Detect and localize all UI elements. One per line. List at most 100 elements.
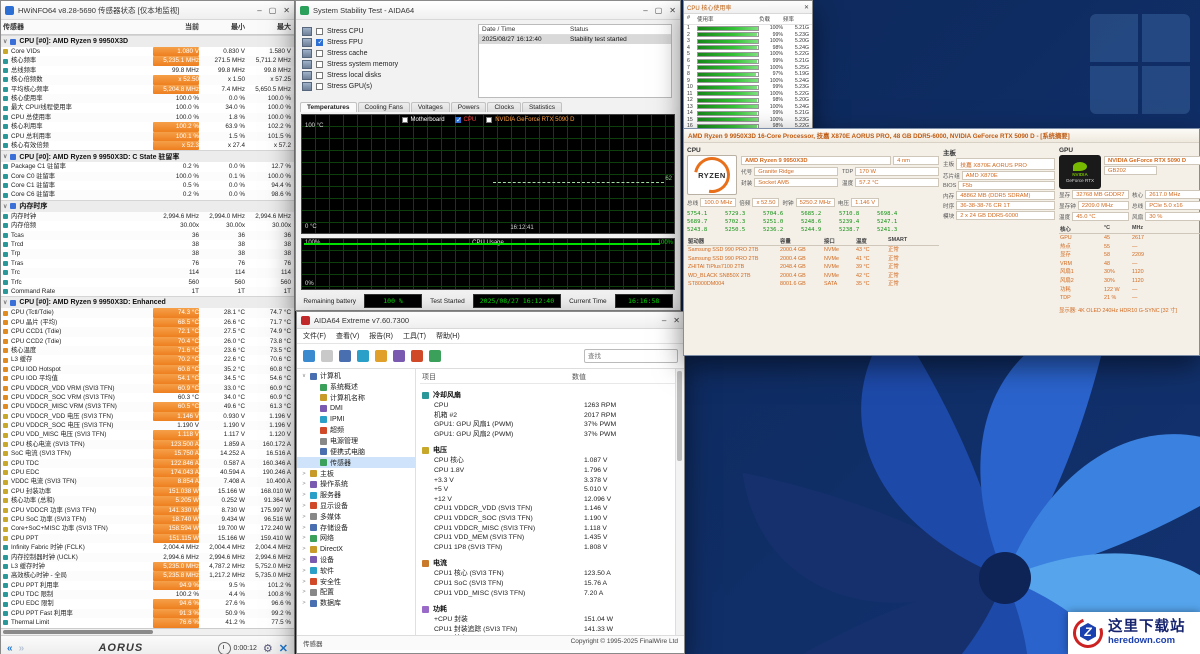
- sensor-row[interactable]: 内存控制器时钟 (UCLK)2,994.6 MHz2,994.6 MHz2,99…: [1, 553, 294, 562]
- panel-row[interactable]: CPU1 核心 (SVI3 TFN)123.50 A: [420, 569, 680, 579]
- sensor-row[interactable]: 核心利用率100.2 %63.9 %102.2 %: [1, 122, 294, 131]
- panel-row[interactable]: CPU1 VDDCR_MISC (SVI3 TFN)1.118 V: [420, 524, 680, 534]
- sensor-row[interactable]: CPU TDC 限制100.2 %4.4 %100.8 %: [1, 590, 294, 599]
- gear-icon[interactable]: ⚙: [263, 642, 273, 654]
- sidebar-item-传感器[interactable]: 传感器: [297, 457, 415, 468]
- sensor-section-header[interactable]: ∨CPU [#0]: AMD Ryzen 9 9950X3D: Enhanced: [1, 296, 294, 308]
- checkbox-icon[interactable]: [486, 117, 492, 123]
- sidebar-item-主板[interactable]: >主板: [297, 468, 415, 479]
- sensor-row[interactable]: CPU VDDCR_SOC VRM (SVI3 TFN)60.3 °C34.0 …: [1, 393, 294, 402]
- sensor-row[interactable]: CPU SoC 功率 (SVI3 TFN)18.740 W9.434 W96.5…: [1, 515, 294, 524]
- menu-item[interactable]: 文件(F): [303, 331, 326, 341]
- stress-option[interactable]: Stress cache: [302, 48, 470, 59]
- sensor-row[interactable]: CPU VDDCR_VDD 电压 (SVI3 TFN)1.146 V0.930 …: [1, 412, 294, 421]
- sidebar-item-存储设备[interactable]: >存储设备: [297, 522, 415, 533]
- sensor-row[interactable]: L3 缓存时钟5,235.0 MHz4,787.2 MHz5,752.0 MHz: [1, 562, 294, 571]
- stress-option[interactable]: Stress GPU(s): [302, 81, 470, 92]
- menu-item[interactable]: 工具(T): [403, 331, 426, 341]
- sensor-row[interactable]: CPU EDC 限制94.6 %27.6 %96.6 %: [1, 599, 294, 608]
- sidebar-item-数据库[interactable]: >数据库: [297, 598, 415, 609]
- sensor-row[interactable]: CPU PPT 利用率94.9 %9.5 %101.2 %: [1, 581, 294, 590]
- panel-row[interactable]: CPU1 封装追踪 (SVI3 TFN)141.33 W: [420, 625, 680, 635]
- sensor-row[interactable]: CPU VDDCR_SOC 电压 (SVI3 TFN)1.190 V1.190 …: [1, 421, 294, 430]
- sensor-row[interactable]: 平均核心频率5,204.8 MHz7.4 MHz5,650.5 MHz: [1, 85, 294, 94]
- sensor-row[interactable]: CPU PPT151.115 W15.166 W159.410 W: [1, 534, 294, 543]
- tree-toggle-icon[interactable]: >: [301, 492, 307, 498]
- stress-option[interactable]: Stress local disks: [302, 70, 470, 81]
- vertical-scrollbar[interactable]: [675, 369, 684, 635]
- stress-option[interactable]: Stress system memory: [302, 59, 470, 70]
- sidebar-item-显示设备[interactable]: >显示设备: [297, 501, 415, 512]
- sensor-section-header[interactable]: ∨内存时序: [1, 200, 294, 212]
- sensor-row[interactable]: CPU 封装功率151.038 W15.166 W168.010 W: [1, 487, 294, 496]
- tree-toggle-icon[interactable]: >: [301, 525, 307, 531]
- sensor-row[interactable]: CPU VDDCR 功率 (SVI3 TFN)141.330 W8.730 W1…: [1, 506, 294, 515]
- log-row[interactable]: 2025/08/27 16:12:40Stability test starte…: [479, 35, 671, 44]
- sensor-row[interactable]: Command Rate1T1T1T: [1, 287, 294, 296]
- forward-arrows-icon[interactable]: »: [19, 643, 25, 654]
- sensor-row[interactable]: Package C1 驻留率0.2 %0.0 %12.7 %: [1, 162, 294, 171]
- sidebar-item-计算机名称[interactable]: 计算机名称: [297, 393, 415, 404]
- sidebar-item-服务器[interactable]: >服务器: [297, 490, 415, 501]
- sidebar-item-软件[interactable]: >软件: [297, 565, 415, 576]
- report-icon[interactable]: [339, 350, 351, 362]
- tab-powers[interactable]: Powers: [451, 102, 487, 112]
- sidebar-item-网络[interactable]: >网络: [297, 533, 415, 544]
- sensor-row[interactable]: 内存倍频30.00x30.00x30.00x: [1, 221, 294, 230]
- sidebar-item-便携式电脑[interactable]: 便携式电脑: [297, 447, 415, 458]
- close-icon[interactable]: ✕: [804, 4, 809, 11]
- tree-toggle-icon[interactable]: ∨: [301, 373, 307, 379]
- sensor-row[interactable]: CPU 晶片 (平均)68.5 °C26.6 °C71.7 °C: [1, 318, 294, 327]
- sensor-row[interactable]: Core+SoC+MISC 功率 (SVI3 TFN)158.594 W19.7…: [1, 524, 294, 533]
- close-sensors-icon[interactable]: ✕: [279, 642, 288, 654]
- tree-toggle-icon[interactable]: >: [301, 600, 307, 606]
- checkbox-icon[interactable]: [455, 117, 461, 123]
- maximize-icon[interactable]: ▢: [655, 6, 663, 15]
- sensor-row[interactable]: CPU CCD1 (Tdie)72.1 °C27.5 °C74.9 °C: [1, 327, 294, 336]
- panel-row[interactable]: CPU1263 RPM: [420, 401, 680, 411]
- menu-item[interactable]: 帮助(H): [436, 331, 460, 341]
- sidebar-item-电源管理[interactable]: 电源管理: [297, 436, 415, 447]
- sensor-row[interactable]: CPU 核心电流 (SVI3 TFN)123.500 A1.859 A160.1…: [1, 440, 294, 449]
- panel-row[interactable]: CPU1 SoC (SVI3 TFN)15.76 A: [420, 579, 680, 589]
- sensor-row[interactable]: SoC 电流 (SVI3 TFN)15.750 A14.252 A16.516 …: [1, 449, 294, 458]
- sensor-row[interactable]: 高效核心时钟 - 全局5,235.8 MHz1,217.2 MHz5,735.0…: [1, 571, 294, 580]
- sensor-row[interactable]: Trc114114114: [1, 268, 294, 277]
- minimize-icon[interactable]: –: [643, 6, 647, 15]
- checkbox-icon[interactable]: [316, 28, 323, 35]
- panel-row[interactable]: CPU1 VDD_MISC (SVI3 TFN)7.20 A: [420, 589, 680, 599]
- panel-row[interactable]: CPU1 VDD_MEM (SVI3 TFN)1.435 V: [420, 533, 680, 543]
- stress-option[interactable]: Stress FPU: [302, 37, 470, 48]
- legend-item[interactable]: Motherboard: [402, 117, 445, 123]
- sidebar-item-操作系统[interactable]: >操作系统: [297, 479, 415, 490]
- tree-toggle-icon[interactable]: >: [301, 471, 307, 477]
- sidebar-item-IPMI[interactable]: IPMI: [297, 414, 415, 425]
- sensor-row[interactable]: CPU PPT Fast 利用率91.3 %50.9 %99.2 %: [1, 609, 294, 618]
- sidebar-item-DMI[interactable]: DMI: [297, 403, 415, 414]
- sensor-row[interactable]: 内存时钟2,994.6 MHz2,994.0 MHz2,994.6 MHz: [1, 212, 294, 221]
- tab-voltages[interactable]: Voltages: [411, 102, 450, 112]
- update-icon[interactable]: [429, 350, 441, 362]
- sensor-row[interactable]: CPU CCD2 (Tdie)70.4 °C26.0 °C73.8 °C: [1, 337, 294, 346]
- sensor-row[interactable]: Core C1 驻留率0.5 %0.0 %94.4 %: [1, 181, 294, 190]
- tree-toggle-icon[interactable]: >: [301, 481, 307, 487]
- tab-cooling-fans[interactable]: Cooling Fans: [358, 102, 410, 112]
- panel-row[interactable]: +12 V12.096 V: [420, 495, 680, 505]
- panel-row[interactable]: GPU1: GPU 风扇2 (PWM)37% PWM: [420, 430, 680, 440]
- sensor-row[interactable]: Core C0 驻留率100.0 %0.1 %100.0 %: [1, 172, 294, 181]
- sensor-row[interactable]: 核心倍频数x 52.50x 1.50x 57.25: [1, 75, 294, 84]
- tree-toggle-icon[interactable]: >: [301, 568, 307, 574]
- sensor-row[interactable]: Infinity Fabric 时钟 (FCLK)2,004.4 MHz2,00…: [1, 543, 294, 552]
- chart-icon[interactable]: [357, 350, 369, 362]
- close-icon[interactable]: ✕: [283, 6, 290, 15]
- collapse-arrow-icon[interactable]: ∨: [3, 153, 7, 160]
- minimize-icon[interactable]: –: [257, 6, 261, 15]
- tree-toggle-icon[interactable]: >: [301, 589, 307, 595]
- close-icon[interactable]: ✕: [673, 316, 680, 325]
- sensor-row[interactable]: 核心使用率100.0 %0.0 %100.0 %: [1, 94, 294, 103]
- sensor-section-header[interactable]: ∨CPU [#0]: AMD Ryzen 9 9950X3D: [1, 35, 294, 47]
- checkbox-icon[interactable]: [402, 117, 408, 123]
- panel-row[interactable]: CPU1 核心 (SVI3 TFN)131.10 W: [420, 634, 680, 635]
- panel-row[interactable]: 机箱 #22017 RPM: [420, 411, 680, 421]
- panel-row[interactable]: CPU1 VDDCR_VDD (SVI3 TFN)1.146 V: [420, 504, 680, 514]
